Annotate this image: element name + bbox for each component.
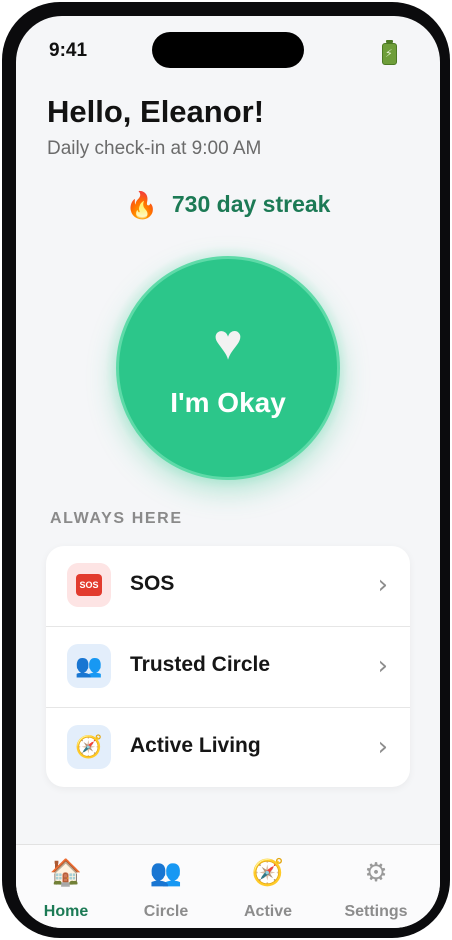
tab-settings[interactable]: ⚙ Settings <box>326 845 426 928</box>
heart-icon: ♥ <box>213 314 243 370</box>
tab-active[interactable]: 🧭 Active <box>218 845 318 928</box>
streak-label: 730 day streak <box>171 191 331 217</box>
tab-circle[interactable]: 👥 Circle <box>116 845 216 928</box>
compass-icon: 🧭 <box>251 857 285 887</box>
im-okay-button[interactable]: ♥ I'm Okay <box>116 256 340 480</box>
section-title: ALWAYS HERE <box>50 510 183 527</box>
checkin-time-label: Daily check-in at 9:00 AM <box>47 138 262 159</box>
streak-counter: 🔥 730 day streak <box>16 190 440 221</box>
battery-icon: ⚡ <box>382 40 397 65</box>
compass-icon: 🧭 <box>67 725 111 769</box>
fire-icon: 🔥 <box>125 190 158 220</box>
sos-icon: SOS <box>67 563 111 607</box>
tab-bar: 🏠 Home 👥 Circle 🧭 Active ⚙ Settings <box>16 844 440 928</box>
people-icon: 👥 <box>67 644 111 688</box>
dynamic-island <box>152 32 304 68</box>
phone-frame: 9:41 ⚡ Hello, Eleanor! Daily check-in at… <box>2 2 450 938</box>
tab-home[interactable]: 🏠 Home <box>16 845 116 928</box>
list-item-label: Active Living <box>130 734 261 757</box>
tab-label: Settings <box>344 903 408 920</box>
list-item-label: SOS <box>130 572 175 595</box>
screen: 9:41 ⚡ Hello, Eleanor! Daily check-in at… <box>16 16 440 928</box>
list-item-active-living[interactable]: 🧭 Active Living › <box>46 707 410 787</box>
chevron-right-icon: › <box>377 570 388 600</box>
status-time: 9:41 <box>49 40 88 61</box>
gear-icon: ⚙ <box>364 857 388 887</box>
list-item-trusted-circle[interactable]: 👥 Trusted Circle › <box>46 626 410 706</box>
always-here-card: SOS SOS › 👥 Trusted Circle › 🧭 Active Li… <box>46 546 410 787</box>
chevron-right-icon: › <box>377 651 388 681</box>
chevron-right-icon: › <box>377 732 388 762</box>
page-title: Hello, Eleanor! <box>47 94 265 129</box>
im-okay-label: I'm Okay <box>170 387 286 418</box>
list-item-label: Trusted Circle <box>130 653 271 676</box>
people-icon: 👥 <box>149 857 183 887</box>
house-icon: 🏠 <box>49 857 83 887</box>
tab-label: Circle <box>143 903 189 920</box>
tab-label: Active <box>243 903 293 920</box>
tab-label: Home <box>43 903 89 920</box>
list-item-sos[interactable]: SOS SOS › <box>46 546 410 626</box>
